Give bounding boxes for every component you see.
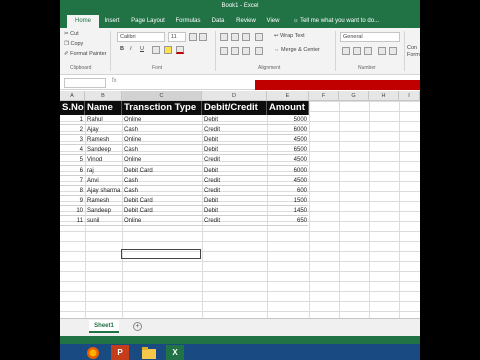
header-cell-sno[interactable]: S.No	[60, 101, 85, 115]
tab-insert[interactable]: Insert	[102, 15, 122, 28]
tab-formulas[interactable]: Formulas	[173, 15, 203, 28]
alignment-group-label: Alignment	[258, 65, 281, 71]
windows-taskbar: P X	[60, 344, 420, 360]
tab-home[interactable]: Home	[67, 15, 99, 28]
tab-page-layout[interactable]: Page Layout	[128, 15, 168, 28]
grid-line	[309, 101, 310, 318]
align-top-icon[interactable]	[220, 33, 228, 41]
scissors-icon: ✂	[64, 31, 69, 37]
firefox-icon[interactable]	[84, 345, 102, 360]
comma-icon[interactable]	[364, 47, 372, 55]
grid-line	[339, 101, 340, 318]
currency-icon[interactable]	[342, 47, 350, 55]
merge-center-button[interactable]: ⇔ Merge & Center	[274, 47, 320, 53]
row-divider	[60, 225, 308, 227]
tab-view[interactable]: View	[264, 15, 282, 28]
bold-button[interactable]: B	[120, 46, 124, 52]
file-explorer-icon[interactable]	[140, 345, 158, 360]
font-color-icon[interactable]	[176, 46, 184, 54]
header-cell-debit-credit[interactable]: Debit/Credit	[202, 101, 267, 115]
column-header-e[interactable]: E	[267, 91, 309, 101]
name-box[interactable]	[64, 78, 106, 88]
align-center-icon[interactable]	[231, 47, 239, 55]
italic-button[interactable]: I	[130, 46, 132, 52]
status-bar	[60, 336, 420, 344]
clipboard-group-label: Clipboard	[70, 65, 92, 71]
ribbon-home: ✂ Cut ❐ Copy ✐ Format Painter Clipboard …	[60, 28, 420, 75]
wrap-text-button[interactable]: ↩ Wrap Text	[274, 33, 305, 39]
ribbon-tabs: Home Insert Page Layout Formulas Data Re…	[60, 13, 420, 28]
fill-color-icon[interactable]	[164, 46, 172, 54]
increase-decimal-icon[interactable]	[378, 47, 386, 55]
number-group-label: Number	[358, 65, 376, 71]
column-header-h[interactable]: H	[369, 91, 399, 101]
group-divider	[215, 31, 216, 71]
borders-icon[interactable]	[152, 46, 160, 54]
add-sheet-icon[interactable]: +	[133, 322, 142, 331]
sheet-tab-sheet1[interactable]: Sheet1	[89, 320, 119, 333]
column-header-g[interactable]: G	[339, 91, 369, 101]
tab-review[interactable]: Review	[233, 15, 259, 28]
header-cell-amount[interactable]: Amount	[267, 101, 309, 115]
conditional-formatting-button[interactable]: Con	[407, 45, 417, 51]
group-divider	[335, 31, 336, 71]
align-right-icon[interactable]	[242, 47, 250, 55]
column-header-a[interactable]: A	[60, 91, 85, 101]
grid-line	[399, 101, 400, 318]
grid-line	[369, 101, 370, 318]
font-name-select[interactable]: Calibri	[117, 32, 165, 42]
excel-window: Book1 - Excel Home Insert Page Layout Fo…	[60, 0, 420, 360]
copy-icon: ❐	[64, 41, 69, 47]
indent-icon[interactable]	[255, 47, 263, 55]
align-bottom-icon[interactable]	[242, 33, 250, 41]
header-cell-transaction-type[interactable]: Transction Type	[122, 101, 202, 115]
font-size-select[interactable]: 11	[168, 32, 186, 42]
grow-font-icon[interactable]	[189, 33, 197, 41]
group-divider	[404, 31, 405, 71]
font-group-label: Font	[152, 65, 163, 71]
powerpoint-icon[interactable]: P	[111, 345, 129, 360]
fx-icon[interactable]: fx	[112, 78, 117, 84]
title-bar: Book1 - Excel	[60, 0, 420, 13]
lightbulb-icon: ☼	[293, 18, 299, 24]
tell-me-box[interactable]: ☼ Tell me what you want to do...	[293, 15, 379, 27]
align-middle-icon[interactable]	[231, 33, 239, 41]
tab-data[interactable]: Data	[209, 15, 227, 28]
wrap-icon: ↩	[274, 33, 279, 39]
column-header-c[interactable]: C	[122, 91, 202, 101]
number-format-select[interactable]: General	[340, 32, 400, 42]
column-header-f[interactable]: F	[309, 91, 339, 101]
underline-button[interactable]: U	[140, 46, 144, 52]
orientation-icon[interactable]	[255, 33, 263, 41]
column-header-b[interactable]: B	[85, 91, 122, 101]
percent-icon[interactable]	[353, 47, 361, 55]
group-divider	[110, 31, 111, 71]
format-as-table-button[interactable]: Form	[407, 52, 420, 58]
format-painter-button[interactable]: ✐ Format Painter	[64, 51, 107, 57]
red-banner	[255, 80, 420, 90]
column-header-i[interactable]: I	[399, 91, 420, 101]
align-left-icon[interactable]	[220, 47, 228, 55]
decrease-decimal-icon[interactable]	[389, 47, 397, 55]
window-title: Book1 - Excel	[221, 3, 259, 9]
copy-button[interactable]: ❐ Copy	[64, 41, 83, 47]
header-cell-name[interactable]: Name	[85, 101, 122, 115]
formula-bar: fx	[60, 76, 420, 90]
tell-me-text: Tell me what you want to do...	[300, 18, 380, 24]
excel-icon[interactable]: X	[166, 345, 184, 360]
column-header-d[interactable]: D	[202, 91, 267, 101]
cut-button[interactable]: ✂ Cut	[64, 31, 79, 37]
shrink-font-icon[interactable]	[199, 33, 207, 41]
paintbrush-icon: ✐	[64, 51, 69, 57]
sheet-tab-bar: Sheet1 +	[60, 318, 420, 336]
merge-icon: ⇔	[274, 47, 280, 53]
active-cell-selection[interactable]	[121, 249, 201, 259]
